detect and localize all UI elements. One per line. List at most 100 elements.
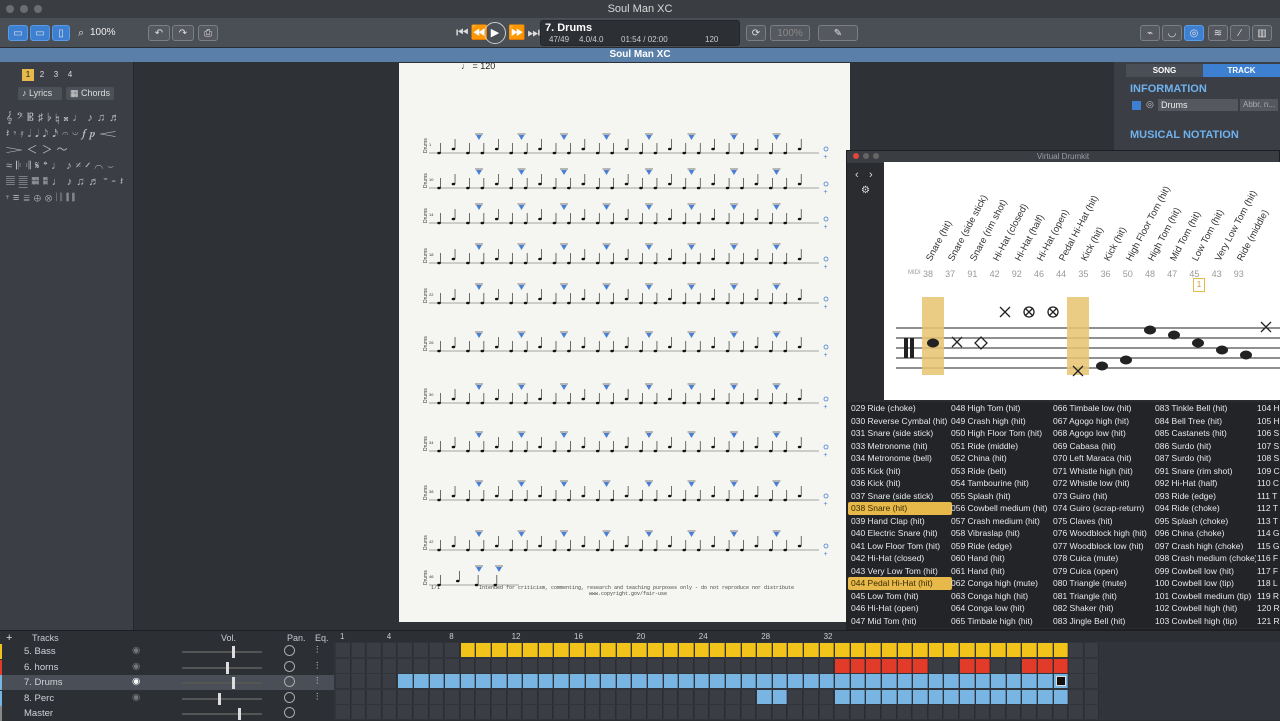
timeline-cell[interactable] [928,705,944,719]
zoom-value[interactable]: 100% [90,27,116,38]
instrument-list-item[interactable]: 041 Low Floor Tom (hit) [848,540,952,553]
timeline-cell[interactable] [1084,643,1100,657]
lyrics-button[interactable]: ♪ Lyrics [18,87,62,100]
timeline-cell[interactable] [726,705,741,719]
timeline-cell[interactable] [445,689,460,704]
volume-slider[interactable] [182,708,262,720]
pan-knob[interactable] [284,645,295,656]
headphones-icon[interactable]: ◡ [1162,25,1182,41]
timeline-cell[interactable] [570,705,585,719]
timeline-cell[interactable] [351,705,367,719]
instrument-list-item[interactable]: 091 Snare (rim shot) [1152,465,1256,478]
timeline-cell[interactable] [460,689,476,704]
instrument-list-item[interactable]: 085 Castanets (hit) [1152,427,1256,440]
timeline-cell[interactable] [772,658,788,673]
instrument-list-item[interactable]: 104 H [1254,402,1280,415]
volume-slider[interactable] [182,692,262,705]
instrument-list-item[interactable]: 098 Crash medium (choke) [1152,552,1256,565]
instrument-list-item[interactable]: 077 Woodblock low (hit) [1050,540,1154,553]
timeline-cell[interactable] [835,674,850,688]
timeline-cell[interactable] [882,689,897,704]
visibility-eye-icon[interactable]: ◉ [132,676,140,687]
timeline-cell[interactable] [429,643,445,657]
timeline-cell[interactable] [398,689,413,704]
timeline-cell[interactable] [585,643,601,657]
timeline-cell[interactable] [772,674,788,688]
timeline-cell[interactable] [1038,705,1053,719]
close-icon[interactable] [853,153,859,159]
timeline-cell[interactable] [382,643,398,657]
instrument-list-item[interactable]: 054 Tambourine (hit) [948,477,1052,490]
timeline-cell[interactable] [928,674,944,688]
timeline-cell[interactable] [554,643,569,657]
timeline-cell[interactable] [710,658,725,673]
timeline-cell[interactable] [570,658,585,673]
timeline-cell[interactable] [928,643,944,657]
timeline-cell[interactable] [382,705,398,719]
timeline-cell[interactable] [367,674,382,688]
timeline-cell[interactable] [1084,689,1100,704]
instrument-list-item[interactable]: 115 G [1254,540,1280,553]
timeline-cell[interactable] [1053,658,1069,673]
timeline-cell[interactable] [804,643,819,657]
instrument-list-item[interactable]: 102 Cowbell high (hit) [1152,602,1256,615]
timeline-cell[interactable] [538,643,554,657]
prev-icon[interactable]: ‹ [855,169,859,181]
timeline-cell[interactable] [897,689,913,704]
timeline-cell[interactable] [429,689,445,704]
track-row[interactable]: Master [0,706,334,721]
timeline-cell[interactable] [507,705,523,719]
timeline-cell[interactable] [476,689,491,704]
instrument-list-item[interactable]: 063 Conga high (hit) [948,590,1052,603]
timeline-cell[interactable] [367,658,382,673]
instrument-list-item[interactable]: 049 Crash high (hit) [948,415,1052,428]
timeline-cell[interactable] [1069,658,1084,673]
timeline-cell[interactable] [882,705,897,719]
instrument-list-item[interactable]: 033 Metronome (hit) [848,440,952,453]
timeline-cell[interactable] [991,705,1006,719]
timeline-cell[interactable] [351,643,367,657]
timeline-cell[interactable] [492,674,507,688]
timeline-cell[interactable] [585,658,601,673]
panel-icon[interactable]: ▥ [1252,25,1272,41]
window-controls[interactable] [6,5,42,13]
timeline-cell[interactable] [523,643,538,657]
timeline-cell[interactable] [382,658,398,673]
timeline-cell[interactable] [601,658,616,673]
volume-slider-handle[interactable] [231,677,235,689]
timeline-cell[interactable] [351,674,367,688]
pan-knob[interactable] [284,691,295,703]
instrument-list-item[interactable]: 082 Shaker (hit) [1050,602,1154,615]
timeline-cell[interactable] [663,689,679,704]
timeline-cell[interactable] [757,705,772,719]
timeline-cell[interactable] [679,674,694,688]
timeline-cell[interactable] [632,643,647,657]
instrument-list-item[interactable]: 113 T [1254,515,1280,528]
undo-icon[interactable]: ↶ [148,25,170,41]
instrument-list-item[interactable]: 109 C [1254,465,1280,478]
timeline-cell[interactable] [336,705,351,719]
timeline-cell[interactable] [398,643,413,657]
instrument-list-item[interactable]: 029 Ride (choke) [848,402,952,415]
timeline-cell[interactable] [960,705,975,719]
instrument-list-item[interactable]: 068 Agogo low (hit) [1050,427,1154,440]
timeline-cell[interactable] [445,643,460,657]
timeline-cell[interactable] [507,674,523,688]
timeline-cell[interactable] [819,674,835,688]
guitar-icon[interactable]: ∕ [1230,25,1250,41]
instrument-list-item[interactable]: 062 Conga high (mute) [948,577,1052,590]
timeline-cell[interactable] [336,643,351,657]
instrument-list-item[interactable]: 050 High Floor Tom (hit) [948,427,1052,440]
tab-track[interactable]: TRACK [1203,64,1280,77]
timeline-cell[interactable] [1038,643,1053,657]
instrument-list-item[interactable]: 065 Timbale high (hit) [948,615,1052,628]
timeline-cell[interactable] [351,658,367,673]
instrument-list-item[interactable]: 055 Splash (hit) [948,490,1052,503]
timeline-cell[interactable] [1022,689,1037,704]
timeline-cell[interactable] [866,689,881,704]
instrument-list-item[interactable]: 095 Splash (choke) [1152,515,1256,528]
timeline-cell[interactable] [632,689,647,704]
timeline-cell[interactable] [850,643,866,657]
timeline-cell[interactable] [944,643,959,657]
timeline-cell[interactable] [616,705,632,719]
